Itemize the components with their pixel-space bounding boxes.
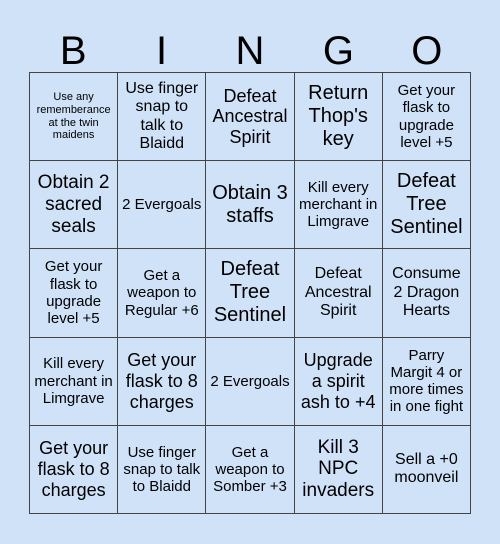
bingo-cell[interactable]: Kill 3 NPC invaders xyxy=(294,425,383,514)
bingo-cell[interactable]: 2 Evergoals xyxy=(206,337,295,426)
bingo-cell[interactable]: Obtain 2 sacred seals xyxy=(30,161,119,250)
bingo-cell[interactable]: Return Thop's key xyxy=(294,73,383,162)
bingo-cell[interactable]: Parry Margit 4 or more times in one figh… xyxy=(382,337,471,426)
bingo-cell[interactable]: Obtain 3 staffs xyxy=(206,161,295,250)
bingo-cell[interactable]: Use finger snap to talk to Blaidd xyxy=(118,425,207,514)
bingo-cell[interactable]: Get your flask to upgrade level +5 xyxy=(30,249,119,338)
bingo-cell[interactable]: Defeat Ancestral Spirit xyxy=(294,249,383,338)
bingo-cell[interactable]: Defeat Ancestral Spirit xyxy=(206,73,295,162)
header-letter-b: B xyxy=(59,29,87,73)
bingo-cell[interactable]: Use any rememberance at the twin maidens xyxy=(30,73,119,162)
header-letter-g: G xyxy=(322,29,354,73)
header-letter-o: O xyxy=(411,29,443,73)
bingo-cell[interactable]: Get your flask to 8 charges xyxy=(30,425,119,514)
bingo-cell[interactable]: Get your flask to 8 charges xyxy=(118,337,207,426)
bingo-board: Use any rememberance at the twin maidens… xyxy=(29,72,471,514)
bingo-cell[interactable]: Defeat Tree Sentinel xyxy=(382,161,471,250)
bingo-cell[interactable]: Get your flask to upgrade level +5 xyxy=(382,73,471,162)
bingo-cell[interactable]: Upgrade a spirit ash to +4 xyxy=(294,337,383,426)
bingo-cell[interactable]: Get a weapon to Regular +6 xyxy=(118,249,207,338)
bingo-cell[interactable]: Kill every merchant in Limgrave xyxy=(30,337,119,426)
bingo-cell[interactable]: Get a weapon to Somber +3 xyxy=(206,425,295,514)
bingo-header: B I N G O xyxy=(29,30,471,72)
bingo-cell[interactable]: Use finger snap to talk to Blaidd xyxy=(118,73,207,162)
bingo-cell[interactable]: Defeat Tree Sentinel xyxy=(206,249,295,338)
bingo-cell[interactable]: 2 Evergoals xyxy=(118,161,207,250)
bingo-cell[interactable]: Kill every merchant in Limgrave xyxy=(294,161,383,250)
bingo-cell[interactable]: Consume 2 Dragon Hearts xyxy=(382,249,471,338)
header-letter-n: N xyxy=(235,29,265,73)
bingo-cell[interactable]: Sell a +0 moonveil xyxy=(382,425,471,514)
header-letter-i: I xyxy=(156,29,168,73)
